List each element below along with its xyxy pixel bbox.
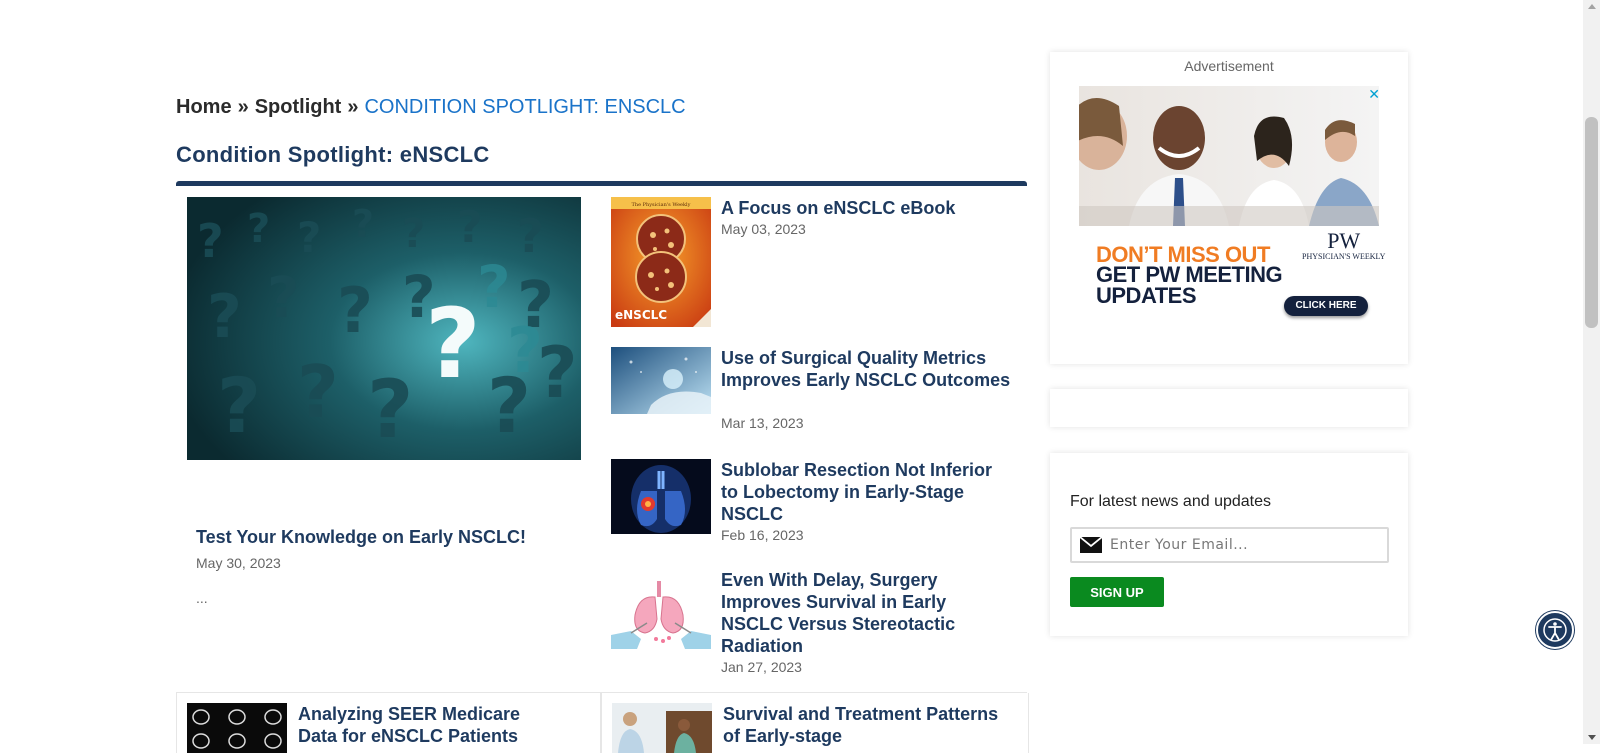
svg-text:?: ?	[517, 209, 544, 263]
accessibility-button[interactable]	[1536, 611, 1574, 649]
list-item: Use of Surgical Quality Metrics Improves…	[611, 347, 1011, 437]
breadcrumb-home-link[interactable]: Home	[176, 96, 232, 118]
email-field-wrapper	[1070, 527, 1389, 563]
article-thumbnail[interactable]	[187, 703, 287, 753]
svg-text:?: ?	[267, 266, 299, 331]
article-title[interactable]: Analyzing SEER Medicare Data for eNSCLC …	[298, 703, 558, 747]
breadcrumb-separator: »	[347, 96, 359, 118]
featured-article-title[interactable]: Test Your Knowledge on Early NSCLC!	[196, 527, 526, 548]
ebook-cover-label: eNSCLC	[615, 308, 667, 322]
ad-subheadline[interactable]: GET PW MEETING UPDATES	[1096, 264, 1316, 307]
article-thumbnail[interactable]	[612, 703, 712, 753]
breadcrumb-current: CONDITION SPOTLIGHT: ENSCLC	[364, 96, 686, 118]
advertisement-card: Advertisement ✕ DON’T MISS OUT GET PW ME…	[1050, 52, 1408, 364]
article-title[interactable]: A Focus on eNSCLC eBook	[721, 197, 1011, 219]
svg-text:?: ?	[537, 332, 578, 414]
svg-text:?: ?	[297, 350, 339, 434]
svg-text:?: ?	[402, 211, 425, 257]
breadcrumb-separator: »	[237, 96, 249, 118]
list-item: The Physician's Weekly eNSCLC A Focus on…	[611, 197, 1011, 327]
article-thumbnail[interactable]: The Physician's Weekly eNSCLC	[611, 197, 711, 327]
article-date: Mar 13, 2023	[721, 415, 804, 431]
ad-logo-mark: PW	[1327, 228, 1361, 253]
svg-text:?: ?	[367, 363, 413, 456]
article-title[interactable]: Even With Delay, Surgery Improves Surviv…	[721, 569, 1011, 657]
close-icon[interactable]: ✕	[1368, 86, 1380, 103]
scroll-down-icon[interactable]	[1588, 735, 1596, 740]
svg-text:?: ?	[507, 314, 543, 387]
ad-click-here-button[interactable]: CLICK HERE	[1284, 296, 1368, 316]
list-item: Even With Delay, Surgery Improves Surviv…	[611, 569, 1011, 679]
article-title[interactable]: Use of Surgical Quality Metrics Improves…	[721, 347, 1011, 391]
scrollbar-thumb[interactable]	[1585, 117, 1598, 328]
ad-image[interactable]	[1079, 86, 1379, 226]
article-thumbnail[interactable]	[611, 575, 711, 649]
featured-article-date: May 30, 2023	[196, 555, 281, 571]
svg-text:?: ?	[425, 288, 481, 400]
article-title[interactable]: Sublobar Resection Not Inferior to Lobec…	[721, 459, 1011, 525]
email-field[interactable]	[1110, 529, 1380, 561]
signup-button[interactable]: SIGN UP	[1070, 577, 1164, 607]
ebook-cover-masthead: The Physician's Weekly	[632, 202, 691, 208]
list-item: Analyzing SEER Medicare Data for eNSCLC …	[176, 693, 601, 753]
page: Home» Spotlight» CONDITION SPOTLIGHT: ENSC…	[0, 0, 1583, 753]
svg-text:?: ?	[477, 253, 511, 321]
scroll-up-icon[interactable]	[1588, 4, 1596, 9]
svg-text:?: ?	[337, 274, 373, 347]
featured-image[interactable]: ? ? ? ? ? ? ? ? ? ? ? ? ? ? ? ? ? ? ? ?	[187, 197, 581, 460]
article-thumbnail[interactable]	[611, 459, 711, 534]
envelope-icon	[1079, 536, 1103, 558]
ad-logo-text: PHYSICIAN'S WEEKLY	[1302, 252, 1386, 261]
sidebar-widget	[1050, 389, 1408, 427]
svg-text:?: ?	[197, 214, 224, 268]
page-title: Condition Spotlight: eNSCLC	[176, 142, 490, 167]
newsletter-card: For latest news and updates SIGN UP	[1050, 453, 1408, 636]
list-item: Survival and Treatment Patterns of Early…	[601, 693, 1029, 753]
breadcrumb: Home» Spotlight» CONDITION SPOTLIGHT: ENSC…	[176, 96, 686, 119]
breadcrumb-spotlight-link[interactable]: Spotlight	[255, 96, 342, 118]
article-date: Feb 16, 2023	[721, 527, 804, 543]
advertisement-label: Advertisement	[1184, 58, 1274, 74]
vertical-scrollbar[interactable]	[1583, 0, 1600, 744]
ad-logo: PW PHYSICIAN'S WEEKLY	[1302, 228, 1386, 262]
title-divider	[176, 181, 1027, 186]
article-date: Jan 27, 2023	[721, 659, 802, 675]
article-thumbnail[interactable]	[611, 347, 711, 414]
svg-text:?: ?	[457, 202, 483, 253]
svg-text:?: ?	[207, 282, 242, 352]
featured-article-excerpt: ...	[196, 590, 208, 606]
svg-text:?: ?	[352, 202, 374, 246]
svg-text:?: ?	[217, 361, 261, 450]
svg-text:?: ?	[297, 213, 321, 262]
article-date: May 03, 2023	[721, 221, 806, 237]
accessibility-icon	[1538, 618, 1572, 651]
list-item: Sublobar Resection Not Inferior to Lobec…	[611, 459, 1011, 549]
svg-text:?: ?	[247, 206, 270, 252]
article-title[interactable]: Survival and Treatment Patterns of Early…	[723, 703, 1003, 747]
newsletter-text: For latest news and updates	[1070, 493, 1272, 510]
